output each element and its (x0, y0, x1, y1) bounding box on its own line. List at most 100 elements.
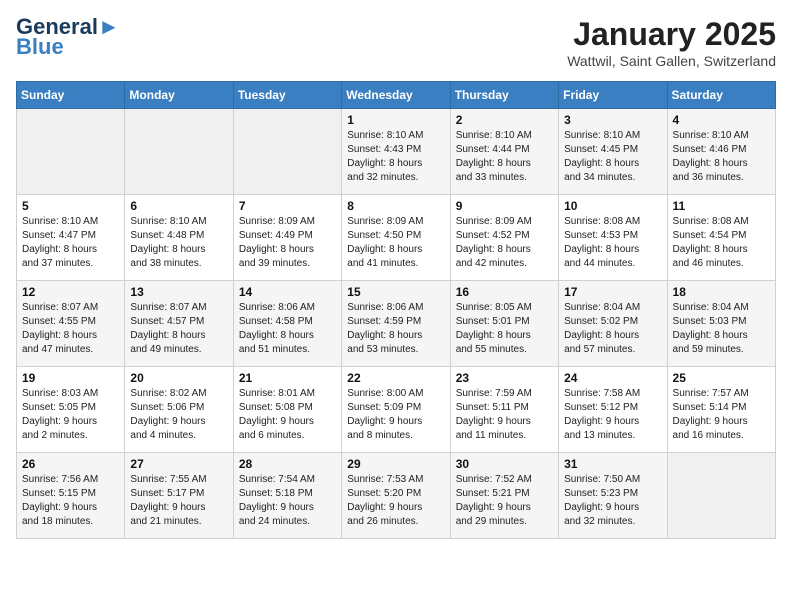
day-cell: 3 Sunrise: 8:10 AMSunset: 4:45 PMDaylight… (559, 109, 667, 195)
day-number: 1 (347, 113, 444, 127)
day-info: Sunrise: 8:10 AMSunset: 4:45 PMDaylight:… (564, 129, 661, 185)
day-number: 26 (22, 457, 119, 471)
day-info: Sunrise: 8:04 AMSunset: 5:02 PMDaylight:… (564, 301, 661, 357)
day-info: Sunrise: 8:04 AMSunset: 5:03 PMDaylight:… (673, 301, 770, 357)
day-info: Sunrise: 7:56 AMSunset: 5:15 PMDaylight:… (22, 473, 119, 529)
week-row-0: 1 Sunrise: 8:10 AMSunset: 4:43 PMDaylight… (17, 109, 776, 195)
day-number: 23 (456, 371, 553, 385)
day-info: Sunrise: 8:03 AMSunset: 5:05 PMDaylight:… (22, 387, 119, 443)
day-number: 12 (22, 285, 119, 299)
day-cell: 9 Sunrise: 8:09 AMSunset: 4:52 PMDaylight… (450, 195, 558, 281)
day-cell: 26 Sunrise: 7:56 AMSunset: 5:15 PMDayligh… (17, 453, 125, 539)
day-info: Sunrise: 8:02 AMSunset: 5:06 PMDaylight:… (130, 387, 227, 443)
day-cell: 11Sunrise: 8:08 AMSunset: 4:54 PMDayligh… (667, 195, 775, 281)
day-cell: 23 Sunrise: 7:59 AMSunset: 5:11 PMDayligh… (450, 367, 558, 453)
day-number: 22 (347, 371, 444, 385)
weekday-sunday: Sunday (17, 82, 125, 109)
day-cell: 29 Sunrise: 7:53 AMSunset: 5:20 PMDayligh… (342, 453, 450, 539)
day-cell: 12 Sunrise: 8:07 AMSunset: 4:55 PMDayligh… (17, 281, 125, 367)
day-number: 25 (673, 371, 770, 385)
day-number: 15 (347, 285, 444, 299)
day-info: Sunrise: 8:08 AMSunset: 4:54 PMDaylight:… (673, 215, 770, 271)
week-row-2: 12 Sunrise: 8:07 AMSunset: 4:55 PMDayligh… (17, 281, 776, 367)
day-info: Sunrise: 8:10 AMSunset: 4:46 PMDaylight:… (673, 129, 770, 185)
day-cell: 10 Sunrise: 8:08 AMSunset: 4:53 PMDayligh… (559, 195, 667, 281)
day-cell: 17 Sunrise: 8:04 AMSunset: 5:02 PMDayligh… (559, 281, 667, 367)
day-number: 6 (130, 199, 227, 213)
day-number: 14 (239, 285, 336, 299)
day-cell: 30 Sunrise: 7:52 AMSunset: 5:21 PMDayligh… (450, 453, 558, 539)
day-number: 27 (130, 457, 227, 471)
day-number: 29 (347, 457, 444, 471)
day-number: 19 (22, 371, 119, 385)
day-number: 5 (22, 199, 119, 213)
day-info: Sunrise: 8:09 AMSunset: 4:49 PMDaylight:… (239, 215, 336, 271)
day-info: Sunrise: 7:50 AMSunset: 5:23 PMDaylight:… (564, 473, 661, 529)
day-number: 28 (239, 457, 336, 471)
week-row-1: 5 Sunrise: 8:10 AMSunset: 4:47 PMDaylight… (17, 195, 776, 281)
day-info: Sunrise: 8:07 AMSunset: 4:55 PMDaylight:… (22, 301, 119, 357)
day-cell: 27 Sunrise: 7:55 AMSunset: 5:17 PMDayligh… (125, 453, 233, 539)
calendar-header: SundayMondayTuesdayWednesdayThursdayFrid… (17, 82, 776, 109)
week-row-4: 26 Sunrise: 7:56 AMSunset: 5:15 PMDayligh… (17, 453, 776, 539)
day-cell: 7 Sunrise: 8:09 AMSunset: 4:49 PMDaylight… (233, 195, 341, 281)
month-title: January 2025 (567, 16, 776, 53)
day-info: Sunrise: 8:08 AMSunset: 4:53 PMDaylight:… (564, 215, 661, 271)
page-header: General► Blue January 2025 Wattwil, Sain… (16, 16, 776, 69)
week-row-3: 19 Sunrise: 8:03 AMSunset: 5:05 PMDayligh… (17, 367, 776, 453)
day-info: Sunrise: 7:58 AMSunset: 5:12 PMDaylight:… (564, 387, 661, 443)
day-number: 31 (564, 457, 661, 471)
day-cell: 15 Sunrise: 8:06 AMSunset: 4:59 PMDayligh… (342, 281, 450, 367)
weekday-saturday: Saturday (667, 82, 775, 109)
day-number: 24 (564, 371, 661, 385)
day-cell: 2Sunrise: 8:10 AMSunset: 4:44 PMDaylight… (450, 109, 558, 195)
day-info: Sunrise: 8:10 AMSunset: 4:47 PMDaylight:… (22, 215, 119, 271)
weekday-thursday: Thursday (450, 82, 558, 109)
day-number: 10 (564, 199, 661, 213)
title-block: January 2025 Wattwil, Saint Gallen, Swit… (567, 16, 776, 69)
day-number: 2 (456, 113, 553, 127)
day-cell: 19 Sunrise: 8:03 AMSunset: 5:05 PMDayligh… (17, 367, 125, 453)
day-info: Sunrise: 7:57 AMSunset: 5:14 PMDaylight:… (673, 387, 770, 443)
day-cell: 1 Sunrise: 8:10 AMSunset: 4:43 PMDaylight… (342, 109, 450, 195)
day-info: Sunrise: 8:06 AMSunset: 4:59 PMDaylight:… (347, 301, 444, 357)
weekday-friday: Friday (559, 82, 667, 109)
day-number: 4 (673, 113, 770, 127)
day-number: 17 (564, 285, 661, 299)
day-info: Sunrise: 8:07 AMSunset: 4:57 PMDaylight:… (130, 301, 227, 357)
calendar: SundayMondayTuesdayWednesdayThursdayFrid… (16, 81, 776, 539)
day-cell: 28 Sunrise: 7:54 AMSunset: 5:18 PMDayligh… (233, 453, 341, 539)
day-info: Sunrise: 7:55 AMSunset: 5:17 PMDaylight:… (130, 473, 227, 529)
day-number: 18 (673, 285, 770, 299)
day-number: 3 (564, 113, 661, 127)
day-info: Sunrise: 8:06 AMSunset: 4:58 PMDaylight:… (239, 301, 336, 357)
logo-blue: Blue (16, 36, 64, 58)
day-number: 30 (456, 457, 553, 471)
day-cell (667, 453, 775, 539)
day-number: 20 (130, 371, 227, 385)
day-info: Sunrise: 8:05 AMSunset: 5:01 PMDaylight:… (456, 301, 553, 357)
day-info: Sunrise: 7:59 AMSunset: 5:11 PMDaylight:… (456, 387, 553, 443)
day-cell: 20 Sunrise: 8:02 AMSunset: 5:06 PMDayligh… (125, 367, 233, 453)
day-cell: 25 Sunrise: 7:57 AMSunset: 5:14 PMDayligh… (667, 367, 775, 453)
day-cell: 8Sunrise: 8:09 AMSunset: 4:50 PMDaylight… (342, 195, 450, 281)
day-number: 9 (456, 199, 553, 213)
weekday-tuesday: Tuesday (233, 82, 341, 109)
day-info: Sunrise: 8:09 AMSunset: 4:50 PMDaylight:… (347, 215, 444, 271)
day-info: Sunrise: 7:52 AMSunset: 5:21 PMDaylight:… (456, 473, 553, 529)
day-number: 16 (456, 285, 553, 299)
day-cell: 21Sunrise: 8:01 AMSunset: 5:08 PMDayligh… (233, 367, 341, 453)
day-cell: 22Sunrise: 8:00 AMSunset: 5:09 PMDayligh… (342, 367, 450, 453)
day-info: Sunrise: 7:53 AMSunset: 5:20 PMDaylight:… (347, 473, 444, 529)
day-cell: 14 Sunrise: 8:06 AMSunset: 4:58 PMDayligh… (233, 281, 341, 367)
day-info: Sunrise: 7:54 AMSunset: 5:18 PMDaylight:… (239, 473, 336, 529)
day-cell: 18 Sunrise: 8:04 AMSunset: 5:03 PMDayligh… (667, 281, 775, 367)
day-number: 21 (239, 371, 336, 385)
weekday-monday: Monday (125, 82, 233, 109)
day-number: 13 (130, 285, 227, 299)
day-info: Sunrise: 8:10 AMSunset: 4:43 PMDaylight:… (347, 129, 444, 185)
day-cell: 13 Sunrise: 8:07 AMSunset: 4:57 PMDayligh… (125, 281, 233, 367)
day-info: Sunrise: 8:10 AMSunset: 4:48 PMDaylight:… (130, 215, 227, 271)
day-info: Sunrise: 8:09 AMSunset: 4:52 PMDaylight:… (456, 215, 553, 271)
day-number: 7 (239, 199, 336, 213)
